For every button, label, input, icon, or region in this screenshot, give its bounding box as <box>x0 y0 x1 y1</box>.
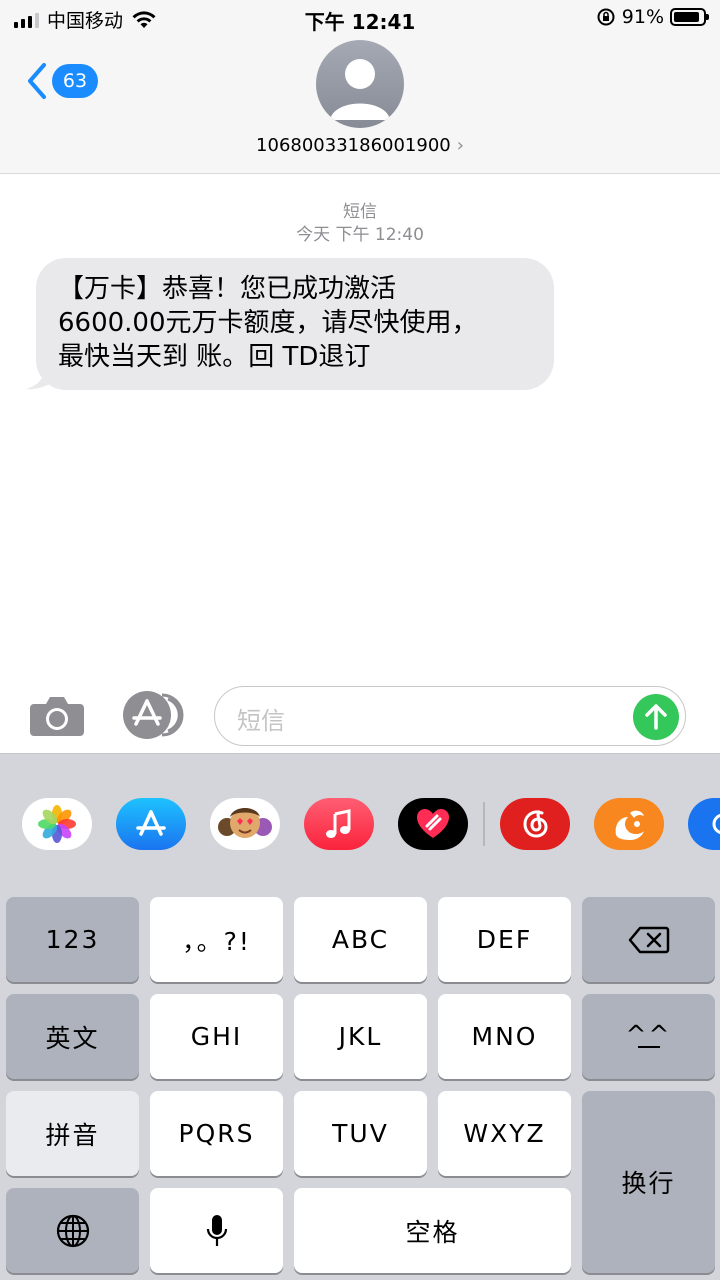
service-label: 短信 <box>343 202 377 222</box>
key-abc[interactable]: ABC <box>294 897 427 982</box>
key-emoticon[interactable]: ^^ <box>582 994 715 1079</box>
camera-icon <box>30 697 84 736</box>
battery-percent: 91% <box>621 6 664 28</box>
contact-avatar[interactable] <box>316 40 404 128</box>
message-line: 6600.00元万卡额度，请尽快使用， <box>58 308 478 338</box>
message-line: 【万卡】恭喜！您已成功激活 <box>58 274 397 304</box>
key-pinyin[interactable]: 拼音 <box>6 1091 139 1176</box>
key-tuv[interactable]: TUV <box>294 1091 427 1176</box>
emoticon-label: ^^ <box>625 1019 672 1049</box>
netease-music-icon <box>523 810 548 838</box>
apps-button[interactable] <box>122 690 186 740</box>
rotation-lock-icon <box>597 8 615 26</box>
input-placeholder: 短信 <box>237 707 285 735</box>
send-button[interactable] <box>633 694 679 740</box>
battery-icon <box>670 8 709 26</box>
heart-icon <box>417 809 449 838</box>
photos-app-icon[interactable] <box>22 798 92 850</box>
contact-title[interactable]: 10680033186001900 › <box>0 135 720 156</box>
key-ghi[interactable]: GHI <box>150 994 283 1079</box>
back-button[interactable]: 63 <box>26 62 98 100</box>
music-note-icon <box>326 809 351 838</box>
arrow-up-icon <box>645 704 667 730</box>
key-pqrs[interactable]: PQRS <box>150 1091 283 1176</box>
delete-icon <box>628 926 669 953</box>
delete-key[interactable] <box>582 897 715 982</box>
app-icon <box>712 813 720 835</box>
message-input[interactable]: 短信 <box>214 686 686 746</box>
memoji-app-icon[interactable] <box>210 798 280 850</box>
unread-count-badge: 63 <box>52 64 98 98</box>
app-store-icon <box>123 691 184 739</box>
digital-touch-app-icon[interactable] <box>398 798 468 850</box>
message-line: 最快当天到 账。回 TD退订 <box>58 342 371 372</box>
chevron-left-icon <box>28 63 46 99</box>
partial-app-icon[interactable] <box>688 798 720 850</box>
keyboard: 123 ，。?! ABC DEF 英文 GHI JKL MNO ^^ 拼音 PQ… <box>0 893 720 1280</box>
message-timestamp: 今天 下午 12:40 <box>296 225 424 245</box>
key-123[interactable]: 123 <box>6 897 139 982</box>
key-jkl[interactable]: JKL <box>294 994 427 1079</box>
key-english[interactable]: 英文 <box>6 994 139 1079</box>
memoji-icon <box>218 808 272 838</box>
key-punctuation[interactable]: ，。?! <box>150 897 283 982</box>
key-def[interactable]: DEF <box>438 897 571 982</box>
netease-music-app-icon[interactable] <box>500 798 570 850</box>
photos-icon <box>38 805 76 843</box>
person-icon <box>330 59 390 120</box>
music-app-icon[interactable] <box>304 798 374 850</box>
camera-button[interactable] <box>28 694 86 738</box>
microphone-icon <box>206 1214 227 1246</box>
app-store-icon <box>136 810 166 836</box>
imessage-app-strip <box>0 753 720 893</box>
space-key[interactable]: 空格 <box>294 1188 571 1273</box>
contact-number: 10680033186001900 <box>256 135 451 156</box>
uc-browser-app-icon[interactable] <box>594 798 664 850</box>
conversation-header: 63 10680033186001900 › <box>0 38 720 174</box>
emoticon-icon: ^^ <box>625 1019 672 1049</box>
key-return[interactable]: 换行 <box>582 1091 715 1273</box>
status-right: 91% <box>596 6 709 28</box>
key-wxyz[interactable]: WXYZ <box>438 1091 571 1176</box>
globe-key[interactable] <box>6 1188 139 1273</box>
battery-level <box>674 12 700 22</box>
status-bar: 中国移动 下午 12:41 91% <box>0 0 720 38</box>
strip-divider <box>483 802 485 846</box>
message-bubble[interactable]: 【万卡】恭喜！您已成功激活 6600.00元万卡额度，请尽快使用， 最快当天到 … <box>36 258 554 390</box>
app-store-app-icon[interactable] <box>116 798 186 850</box>
key-mno[interactable]: MNO <box>438 994 571 1079</box>
globe-icon <box>56 1214 89 1247</box>
dictation-key[interactable] <box>150 1188 283 1273</box>
squirrel-icon <box>615 810 644 840</box>
chevron-right-icon: › <box>456 135 464 156</box>
